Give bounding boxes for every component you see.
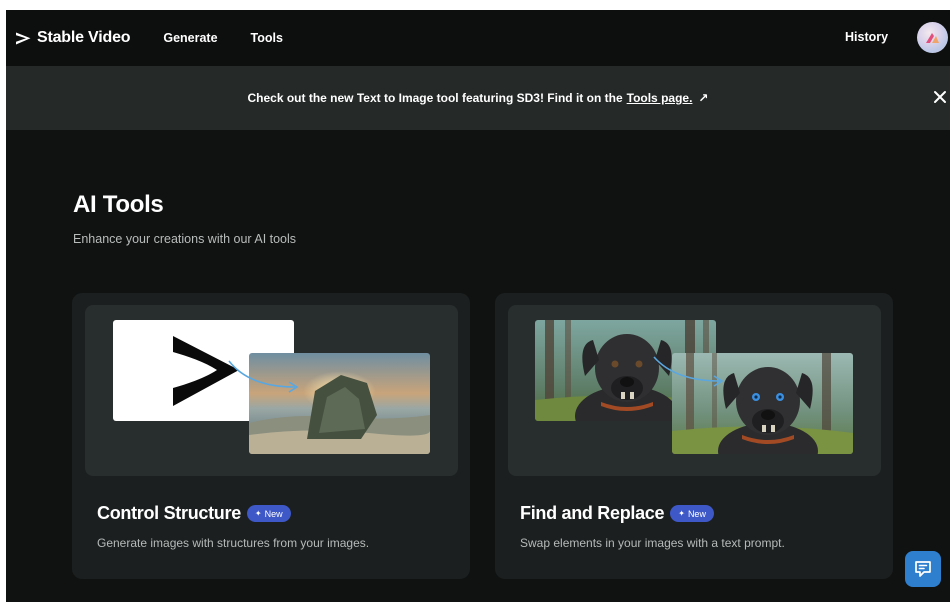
sparkle-icon: ✦	[678, 509, 685, 518]
card-preview-image	[85, 305, 458, 476]
nav-generate[interactable]: Generate	[163, 31, 217, 45]
external-arrow-icon: ↗	[698, 91, 709, 105]
brand-name: Stable Video	[37, 29, 131, 46]
card-preview-image	[508, 305, 881, 476]
page-title: AI Tools	[73, 191, 164, 218]
transform-arrow-icon	[228, 360, 299, 393]
banner-tools-link[interactable]: Tools page.	[627, 91, 693, 105]
sparkle-icon: ✦	[254, 509, 262, 518]
nav-tools[interactable]: Tools	[251, 31, 283, 45]
card-title: Control Structure ✦ New	[97, 503, 291, 524]
chat-support-button[interactable]	[905, 551, 941, 587]
card-title-text: Control Structure	[97, 503, 241, 523]
top-navigation-bar: Stable Video Generate Tools History	[6, 10, 950, 66]
history-link[interactable]: History	[845, 30, 888, 44]
card-title-text: Find and Replace	[520, 503, 665, 523]
chat-icon	[915, 561, 931, 577]
banner-text: Check out the new Text to Image tool fea…	[248, 91, 709, 105]
tool-card-control-structure[interactable]: Control Structure ✦ New Generate images …	[72, 293, 470, 579]
card-title: Find and Replace ✦ New	[520, 503, 714, 524]
page-subtitle: Enhance your creations with our AI tools	[73, 232, 297, 246]
badge-label: New	[264, 508, 283, 519]
user-avatar[interactable]	[917, 22, 948, 53]
play-logo-icon	[16, 32, 31, 44]
transform-arrow-icon	[653, 356, 724, 387]
avatar-mark-icon	[926, 33, 939, 43]
new-badge: ✦ New	[670, 505, 714, 522]
app-window: Stable Video Generate Tools History Chec…	[6, 10, 950, 602]
badge-label: New	[687, 508, 706, 519]
banner-message: Check out the new Text to Image tool fea…	[247, 91, 623, 105]
card-description: Swap elements in your images with a text…	[520, 536, 785, 550]
announcement-banner: Check out the new Text to Image tool fea…	[6, 66, 950, 130]
brand[interactable]: Stable Video	[15, 29, 131, 47]
main-nav: Generate Tools	[163, 31, 283, 45]
new-badge: ✦ New	[246, 505, 291, 522]
card-description: Generate images with structures from you…	[97, 536, 370, 550]
close-icon[interactable]	[933, 90, 947, 104]
tool-card-find-and-replace[interactable]: Find and Replace ✦ New Swap elements in …	[495, 293, 893, 579]
